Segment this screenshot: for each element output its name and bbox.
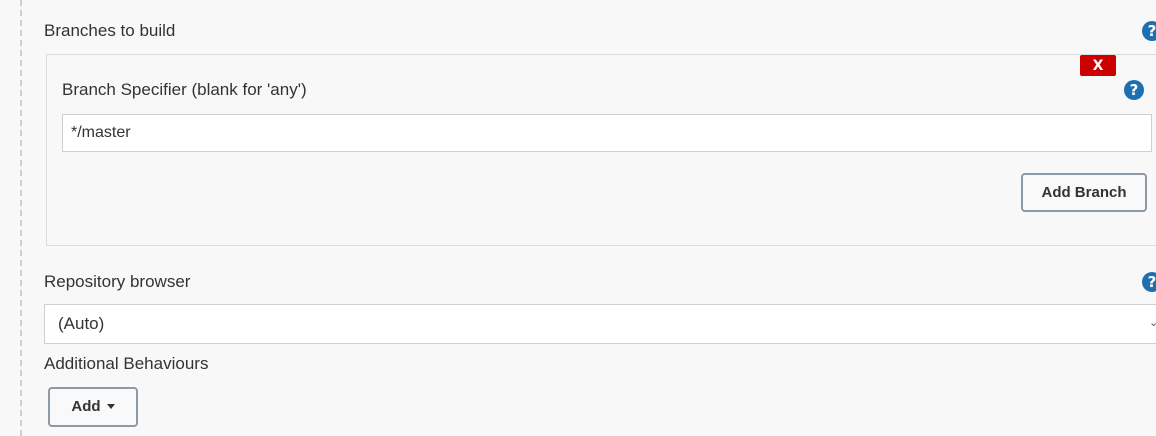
additional-behaviours-label: Additional Behaviours bbox=[44, 354, 209, 373]
branches-to-build-label: Branches to build bbox=[44, 21, 176, 40]
repository-browser-selected-value: (Auto) bbox=[58, 314, 105, 333]
branch-specifier-input[interactable]: */master bbox=[62, 114, 1152, 152]
add-branch-button[interactable]: Add Branch bbox=[1021, 173, 1147, 212]
add-behaviour-label: Add bbox=[71, 398, 101, 415]
git-scm-branch-settings: Branches to build ? X Branch Specifier (… bbox=[0, 0, 1156, 436]
add-behaviour-button[interactable]: Add bbox=[48, 387, 138, 427]
branch-specifier-label: Branch Specifier (blank for 'any') bbox=[62, 80, 307, 99]
branch-specifier-help-icon[interactable]: ? bbox=[1124, 80, 1144, 100]
repository-browser-select[interactable]: (Auto) bbox=[44, 304, 1156, 344]
delete-branch-button[interactable]: X bbox=[1080, 55, 1116, 76]
branches-help-icon[interactable]: ? bbox=[1142, 21, 1156, 41]
repository-browser-help-icon[interactable]: ? bbox=[1142, 272, 1156, 292]
caret-down-icon bbox=[106, 403, 115, 409]
chevron-down-icon: ⌄ bbox=[1149, 316, 1156, 329]
section-dashed-rail bbox=[20, 0, 22, 436]
repository-browser-label: Repository browser bbox=[44, 272, 191, 291]
